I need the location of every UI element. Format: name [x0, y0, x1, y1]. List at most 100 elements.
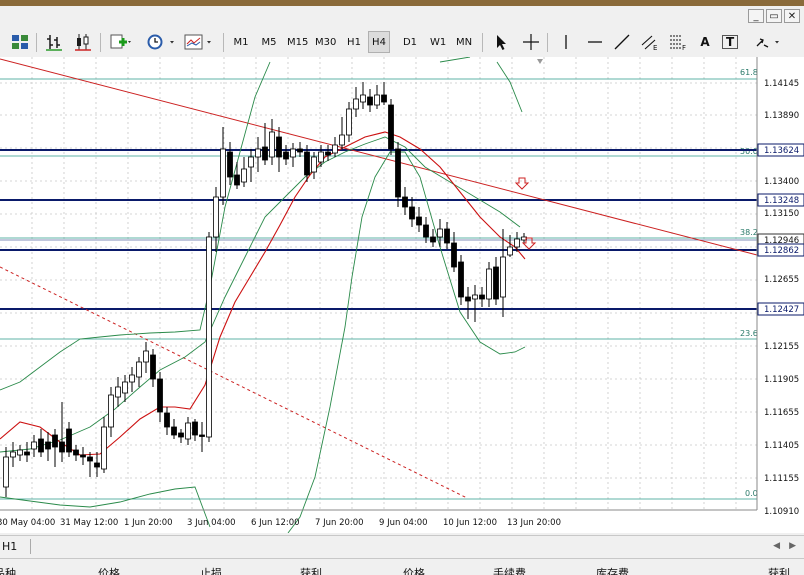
- candle-body: [3, 456, 9, 488]
- timeframe-m5-button[interactable]: M5: [258, 31, 280, 53]
- price-tick-label: 1.12655: [764, 275, 799, 285]
- candle-body: [332, 144, 338, 154]
- title-strip: [0, 0, 804, 6]
- candle-body: [164, 412, 170, 428]
- zoom-in-icon[interactable]: [106, 31, 136, 53]
- candle-body: [115, 386, 121, 398]
- candle-body: [38, 438, 44, 453]
- candle-body: [360, 94, 366, 103]
- time-tick-label: 3 Jun 04:00: [187, 518, 236, 528]
- price-line-label: 1.12862: [764, 246, 799, 256]
- candle-body: [444, 228, 450, 244]
- scroll-right-icon[interactable]: ▶: [789, 541, 796, 551]
- candle-body: [143, 350, 149, 363]
- candle-body: [339, 134, 345, 146]
- candle-body: [318, 151, 324, 163]
- candle-body: [367, 96, 373, 106]
- price-tick-label: 1.11405: [764, 441, 799, 451]
- timeframe-m15-button[interactable]: M15: [284, 31, 311, 53]
- candle-body: [241, 168, 247, 183]
- candle-body: [185, 422, 191, 440]
- price-chart[interactable]: 61.8 50.0 38.2 23.6 0.0 1.14145 1.13890 …: [0, 56, 804, 534]
- price-tick-label: 1.13150: [764, 209, 799, 219]
- time-tick-label: 9 Jun 04:00: [379, 518, 428, 528]
- candle-body: [402, 196, 408, 208]
- timeframe-m30-button[interactable]: M30: [312, 31, 339, 53]
- price-tick-label: 1.13400: [764, 177, 799, 187]
- timeframe-h1-button[interactable]: H1: [343, 31, 365, 53]
- candle-body: [500, 256, 506, 298]
- candle-body: [10, 451, 16, 458]
- vertical-line-icon[interactable]: [554, 31, 578, 53]
- price-tick-label: 1.12155: [764, 342, 799, 352]
- candle-body: [66, 428, 72, 453]
- timeframe-mn-button[interactable]: MN: [453, 31, 475, 53]
- terminal-header: 品种 价格 止损 获利 价格 手续费 库存费 获利: [0, 558, 804, 575]
- restore-button[interactable]: ▭: [766, 9, 782, 23]
- horizontal-line-icon[interactable]: [583, 31, 607, 53]
- time-tick-label: 30 May 04:00: [0, 518, 55, 528]
- candle-body: [493, 266, 499, 300]
- candle-body: [80, 454, 86, 458]
- clock-icon[interactable]: [143, 31, 179, 53]
- chart-tab[interactable]: H1: [2, 540, 17, 553]
- templates-icon[interactable]: [180, 31, 216, 53]
- fibonacci-retracement-icon[interactable]: F: [665, 31, 691, 53]
- candle-body: [388, 104, 394, 150]
- cursor-icon[interactable]: [490, 31, 512, 53]
- chart-tab-bar: H1 ◀ ▶: [0, 535, 804, 558]
- text-tool-button[interactable]: A: [694, 31, 716, 53]
- text-label-tool-button[interactable]: T: [722, 35, 739, 49]
- candle-body: [227, 151, 233, 178]
- svg-text:E: E: [653, 44, 657, 51]
- candle-body: [150, 354, 156, 380]
- candle-body: [24, 451, 30, 456]
- new-chart-icon[interactable]: [8, 31, 32, 53]
- candle-body: [108, 394, 114, 428]
- timeframe-h4-button[interactable]: H4: [368, 31, 390, 53]
- candle-body: [248, 156, 254, 168]
- candlestick-icon[interactable]: [71, 31, 95, 53]
- price-line-label: 1.13248: [764, 196, 799, 206]
- equidistant-channel-icon[interactable]: E: [637, 31, 663, 53]
- fibo-level-label: 0.0: [745, 489, 758, 498]
- timeframe-d1-button[interactable]: D1: [399, 31, 421, 53]
- trendline-icon[interactable]: [610, 31, 634, 53]
- arrows-icon[interactable]: [751, 31, 785, 53]
- bar-chart-icon[interactable]: [42, 31, 66, 53]
- price-tick-label: 1.11905: [764, 375, 799, 385]
- candle-body: [17, 449, 23, 456]
- candle-body: [45, 441, 51, 450]
- candle-body: [381, 94, 387, 103]
- price-tick-label: 1.14145: [764, 79, 799, 89]
- candle-body: [220, 148, 226, 198]
- time-tick-label: 1 Jun 20:00: [124, 518, 173, 528]
- close-button[interactable]: ✕: [784, 9, 800, 23]
- candle-body: [213, 196, 219, 238]
- candle-body: [465, 296, 471, 302]
- candle-body: [486, 268, 492, 300]
- candle-body: [87, 456, 93, 462]
- timeframe-w1-button[interactable]: W1: [427, 31, 449, 53]
- candle-body: [451, 242, 457, 268]
- candle-body: [507, 246, 513, 256]
- fibo-level-label: 23.6: [740, 329, 758, 338]
- timeframe-m1-button[interactable]: M1: [230, 31, 252, 53]
- scroll-left-icon[interactable]: ◀: [773, 541, 780, 551]
- candle-body: [122, 381, 128, 394]
- crosshair-icon[interactable]: [519, 31, 543, 53]
- minimize-button[interactable]: _: [748, 9, 764, 23]
- candle-body: [234, 174, 240, 186]
- candle-body: [346, 108, 352, 136]
- candle-body: [178, 432, 184, 438]
- time-tick-label: 10 Jun 12:00: [443, 518, 497, 528]
- candle-body: [171, 426, 177, 436]
- candle-body: [59, 441, 65, 453]
- candle-body: [458, 261, 464, 298]
- candle-body: [430, 236, 436, 243]
- time-tick-label: 13 Jun 20:00: [507, 518, 561, 528]
- candle-body: [416, 216, 422, 226]
- candle-body: [262, 146, 268, 161]
- candle-body: [311, 156, 317, 173]
- candle-body: [101, 426, 107, 470]
